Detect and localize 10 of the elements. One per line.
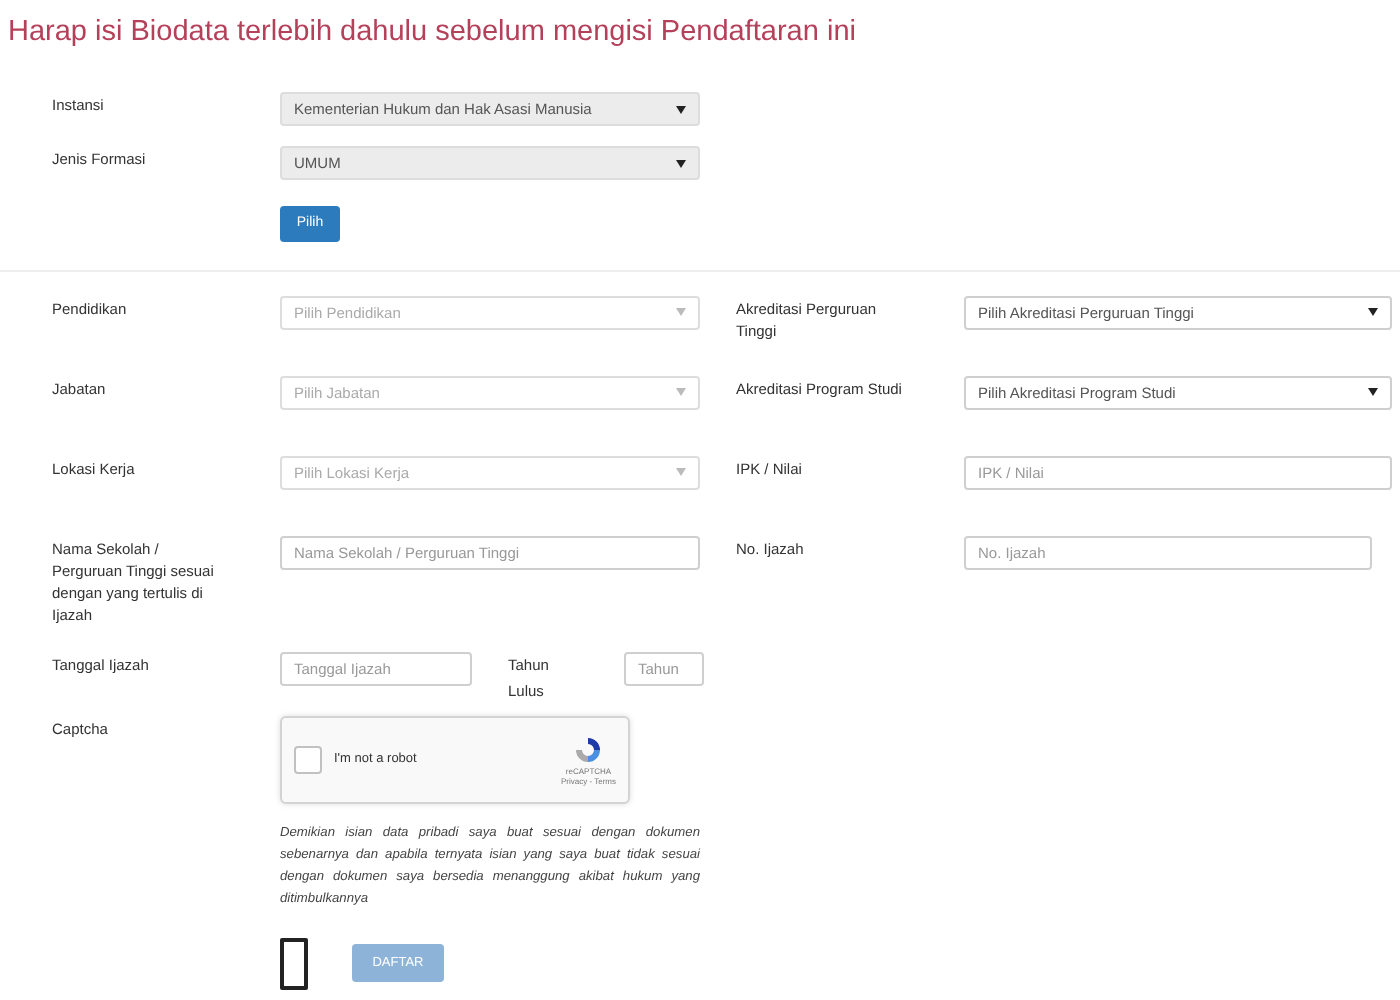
captcha-checkbox[interactable] bbox=[294, 745, 322, 773]
caret-icon bbox=[676, 159, 686, 167]
caret-icon bbox=[676, 308, 686, 316]
caret-icon bbox=[676, 105, 686, 113]
caret-icon bbox=[676, 468, 686, 476]
caret-icon bbox=[676, 388, 686, 396]
caret-icon bbox=[1368, 388, 1378, 396]
page-title: Harap isi Biodata terlebih dahulu sebelum mengisi Pendaftaran ini bbox=[6, 14, 858, 52]
agree-checkbox[interactable] bbox=[280, 937, 308, 989]
caret-icon bbox=[1368, 308, 1378, 316]
